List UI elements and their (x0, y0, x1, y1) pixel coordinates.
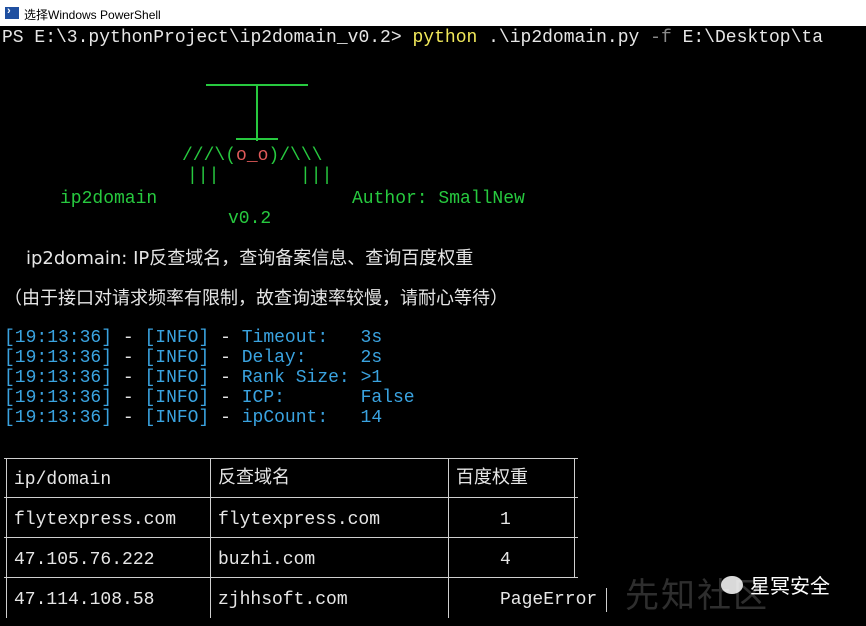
table-rule (210, 458, 211, 618)
terminal-area[interactable]: PS E:\3.pythonProject\ip2domain_v0.2> py… (0, 26, 866, 626)
author-label: Author: SmallNew (352, 189, 525, 209)
logo-stem (256, 85, 258, 141)
table-cell-domain: zjhhsoft.com (218, 590, 348, 610)
table-cell-ip: 47.114.108.58 (14, 590, 155, 610)
version-label: v0.2 (228, 209, 272, 229)
table-rule (448, 458, 449, 618)
command-line: PS E:\3.pythonProject\ip2domain_v0.2> py… (2, 28, 823, 48)
logo-eyes: o_o (236, 146, 269, 166)
logo-legs-right: ||| (300, 166, 333, 186)
prompt-path: PS E:\3.pythonProject\ip2domain_v0.2> (2, 28, 402, 48)
command-script: .\ip2domain.py (488, 28, 640, 48)
description-line-2: （由于接口对请求频率有限制，故查询速率较慢，请耐心等待） (4, 288, 508, 309)
table-rule (4, 537, 578, 538)
watermark-background-text: 先知社区 (625, 576, 769, 616)
header-rank: 百度权重 (456, 467, 528, 488)
log-line: [19:13:36] - [INFO] - ICP: False (4, 388, 415, 408)
table-rule (4, 497, 578, 498)
command-flag: -f (650, 28, 672, 48)
table-cell-rank: PageError (500, 590, 598, 610)
log-line: [19:13:36] - [INFO] - Rank Size: >1 (4, 368, 383, 388)
wechat-icon (721, 576, 743, 594)
log-line: [19:13:36] - [INFO] - ipCount: 14 (4, 408, 383, 428)
tool-name: ip2domain (60, 189, 158, 209)
table-cell-domain: buzhi.com (218, 550, 316, 570)
watermark-brand: 星冥安全 (750, 574, 830, 598)
header-ip: ip/domain (14, 470, 112, 490)
description-line-1: ip2domain: IP反查域名，查询备案信息、查询百度权重 (26, 248, 474, 269)
command-name: python (412, 28, 478, 48)
table-rule (6, 458, 7, 618)
logo-legs-left: ||| (187, 166, 220, 186)
powershell-icon: › (5, 5, 19, 19)
table-rule (4, 458, 578, 459)
table-rule (4, 577, 578, 578)
table-rule (574, 458, 575, 578)
table-cell-ip: 47.105.76.222 (14, 550, 155, 570)
table-rule (606, 588, 607, 612)
log-line: [19:13:36] - [INFO] - Delay: 2s (4, 348, 383, 368)
table-cell-ip: flytexpress.com (14, 510, 177, 530)
logo-face: ///\(o_o)/\\\ (182, 146, 323, 166)
table-cell-domain: flytexpress.com (218, 510, 381, 530)
title-bar[interactable]: › 选择Windows PowerShell (0, 0, 866, 26)
log-line: [19:13:36] - [INFO] - Timeout: 3s (4, 328, 383, 348)
table-cell-rank: 1 (500, 510, 511, 530)
command-file-arg: E:\Desktop\ta (682, 28, 824, 48)
watermark: 先知社区 星冥安全 (625, 560, 855, 620)
table-cell-rank: 4 (500, 550, 511, 570)
window-title: 选择Windows PowerShell (24, 8, 161, 22)
logo-hat (236, 138, 278, 140)
header-domain: 反查域名 (218, 467, 290, 488)
